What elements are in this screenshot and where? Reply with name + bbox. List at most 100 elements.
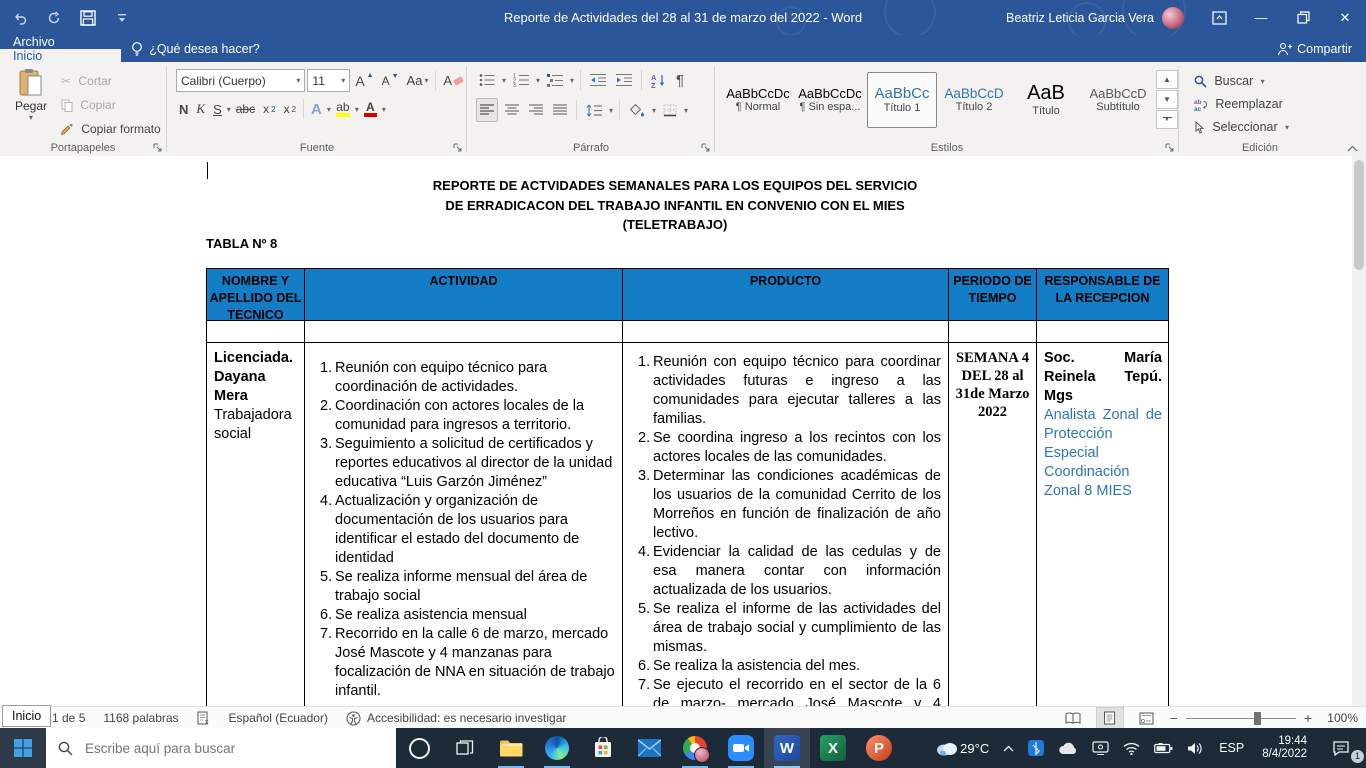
numbering-button[interactable]: 123: [510, 69, 532, 91]
proofing-icon[interactable]: x: [197, 711, 211, 725]
style-titulo1[interactable]: AaBbCcTítulo 1: [867, 72, 937, 128]
ribbon-tab[interactable]: Archivo: [0, 35, 121, 49]
bluetooth-button[interactable]: [1021, 728, 1051, 768]
multilevel-list-button[interactable]: [544, 69, 566, 91]
strikethrough-button[interactable]: abc: [233, 98, 258, 120]
edge-button[interactable]: [534, 728, 580, 768]
sort-button[interactable]: AZ: [648, 69, 669, 91]
word-button[interactable]: W: [764, 728, 810, 768]
zoom-track[interactable]: [1186, 718, 1296, 719]
vertical-scrollbar[interactable]: [1352, 156, 1366, 706]
show-marks-button[interactable]: ¶: [673, 69, 687, 91]
restore-button[interactable]: [1282, 0, 1324, 35]
copy-button[interactable]: Copiar: [58, 94, 119, 116]
dialog-launcher-icon[interactable]: [699, 141, 711, 153]
grow-font-button[interactable]: A▲: [352, 70, 376, 92]
language-switcher[interactable]: ESP: [1210, 728, 1253, 768]
task-view-button[interactable]: [442, 728, 488, 768]
word-count[interactable]: 1168 palabras: [103, 711, 178, 725]
select-button[interactable]: Seleccionar ▾: [1191, 116, 1292, 138]
tray-expand-button[interactable]: [996, 728, 1021, 768]
page-indicator[interactable]: 1 de 5: [52, 711, 85, 725]
powerpoint-button[interactable]: P: [856, 728, 902, 768]
tell-me-box[interactable]: ¿Qué desea hacer?: [121, 35, 270, 62]
cortana-button[interactable]: [396, 728, 442, 768]
print-layout-button[interactable]: [1096, 707, 1124, 729]
style-sin-espaciado[interactable]: AaBbCcDc¶ Sin espa...: [795, 72, 865, 128]
report-table[interactable]: NOMBRE Y APELLIDO DEL TECNICO ACTIVIDAD …: [206, 268, 1169, 706]
shrink-font-button[interactable]: A▼: [379, 70, 402, 92]
zoom-slider[interactable]: − +: [1170, 710, 1312, 726]
superscript-button[interactable]: x2: [281, 98, 299, 120]
dialog-launcher-icon[interactable]: [151, 141, 163, 153]
taskbar-search-input[interactable]: [83, 740, 347, 757]
increase-indent-button[interactable]: [613, 69, 635, 91]
paste-dropdown-icon[interactable]: ▾: [8, 113, 54, 122]
format-painter-button[interactable]: Copiar formato: [58, 118, 164, 140]
share-button[interactable]: Compartir: [1277, 35, 1352, 62]
cut-button[interactable]: ✂ Cortar: [58, 70, 115, 92]
find-button[interactable]: Buscar ▾: [1191, 70, 1268, 92]
ribbon-display-options-icon[interactable]: [1198, 0, 1240, 35]
excel-button[interactable]: X: [810, 728, 856, 768]
styles-scroll-down[interactable]: ▼: [1156, 90, 1178, 109]
onedrive-button[interactable]: [1051, 728, 1085, 768]
close-button[interactable]: ✕: [1324, 0, 1366, 35]
file-explorer-button[interactable]: [488, 728, 534, 768]
dialog-launcher-icon[interactable]: [451, 141, 463, 153]
document-canvas[interactable]: REPORTE DE ACTVIDADES SEMANALES PARA LOS…: [0, 156, 1352, 706]
highlight-button[interactable]: ab: [333, 98, 353, 120]
wifi-button[interactable]: [1116, 728, 1147, 768]
styles-more[interactable]: ▼: [1156, 110, 1178, 129]
notifications-button[interactable]: 1: [1316, 728, 1366, 768]
taskbar-search[interactable]: [46, 728, 396, 768]
style-subtitulo[interactable]: AaBbCcDSubtítulo: [1083, 72, 1153, 128]
minimize-button[interactable]: —: [1240, 0, 1282, 35]
align-center-button[interactable]: [502, 99, 522, 121]
battery-button[interactable]: [1147, 728, 1180, 768]
volume-button[interactable]: [1180, 728, 1210, 768]
style-normal[interactable]: AaBbCcDc¶ Normal: [723, 72, 793, 128]
bullets-button[interactable]: [476, 69, 498, 91]
italic-button[interactable]: K: [193, 98, 208, 120]
ribbon-tab[interactable]: Inicio: [0, 49, 121, 63]
zoom-percentage[interactable]: 100%: [1322, 711, 1358, 725]
weather-button[interactable]: 29°C: [929, 728, 996, 768]
store-button[interactable]: [580, 728, 626, 768]
styles-scroll-up[interactable]: ▲: [1156, 70, 1178, 89]
align-left-button[interactable]: [476, 98, 498, 122]
clock[interactable]: 19:448/4/2022: [1253, 728, 1316, 768]
subscript-button[interactable]: x2: [260, 98, 278, 120]
language-indicator[interactable]: Español (Ecuador): [229, 711, 328, 725]
bold-button[interactable]: N: [176, 98, 191, 120]
underline-button[interactable]: S: [210, 98, 225, 120]
justify-button[interactable]: [550, 99, 570, 121]
web-layout-button[interactable]: [1134, 708, 1160, 728]
accessibility-status[interactable]: Accesibilidad: es necesario investigar: [367, 711, 566, 725]
chrome-button[interactable]: [672, 728, 718, 768]
start-button[interactable]: [0, 728, 46, 768]
style-titulo2[interactable]: AaBbCcDTítulo 2: [939, 72, 1009, 128]
replace-button[interactable]: abac Reemplazar: [1191, 93, 1286, 115]
read-mode-button[interactable]: [1060, 708, 1086, 728]
decrease-indent-button[interactable]: [587, 69, 609, 91]
zoom-out-button[interactable]: −: [1170, 710, 1178, 726]
style-titulo[interactable]: AaBTítulo: [1011, 72, 1081, 128]
text-effects-button[interactable]: A: [308, 98, 325, 120]
collapse-ribbon-icon[interactable]: [1347, 145, 1358, 152]
zoom-thumb[interactable]: [1254, 712, 1261, 725]
zoom-app-button[interactable]: [718, 728, 764, 768]
font-name-select[interactable]: Calibri (Cuerpo)▾: [176, 69, 305, 92]
meet-now-button[interactable]: [1085, 728, 1116, 768]
align-right-button[interactable]: [526, 99, 546, 121]
dialog-launcher-icon[interactable]: [1163, 141, 1175, 153]
scrollbar-thumb[interactable]: [1354, 160, 1364, 270]
line-spacing-button[interactable]: [583, 99, 605, 121]
shading-button[interactable]: [626, 99, 648, 121]
avatar[interactable]: [1162, 7, 1184, 29]
zoom-in-button[interactable]: +: [1304, 710, 1312, 726]
paste-button[interactable]: Pegar ▾: [8, 68, 54, 122]
mail-button[interactable]: [626, 728, 672, 768]
font-color-button[interactable]: A: [361, 98, 380, 120]
clear-formatting-button[interactable]: A: [440, 70, 466, 92]
